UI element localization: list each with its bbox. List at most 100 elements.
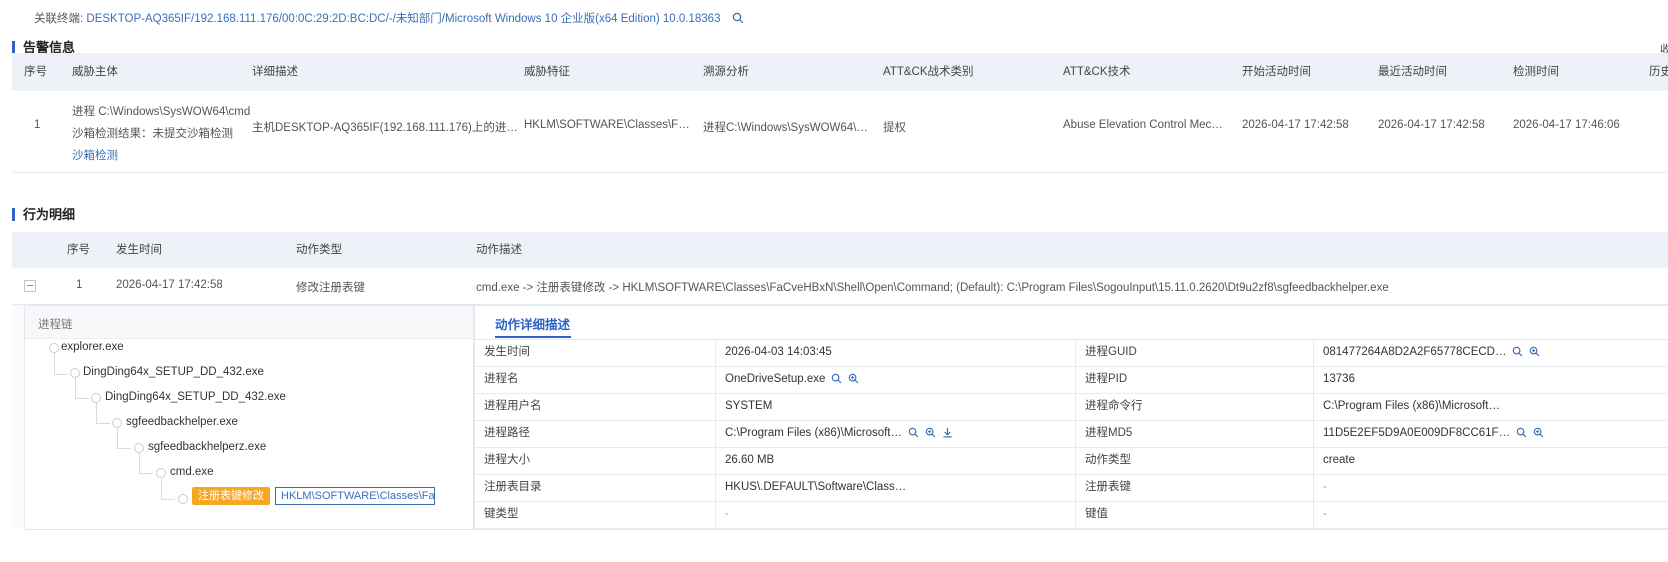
detail-value: 081477264A8D2A2F65778CECD… bbox=[1323, 346, 1507, 358]
divider bbox=[12, 172, 1668, 173]
process-chain-title: 进程链 bbox=[38, 319, 73, 331]
alert-start-time: 2026-04-17 17:42:58 bbox=[1242, 119, 1349, 131]
col-technique: ATT&CK技术 bbox=[1063, 66, 1131, 78]
collapse-toggle-icon[interactable] bbox=[24, 280, 36, 292]
behavior-table-header: 序号 发生时间 动作类型 动作描述 bbox=[12, 232, 1668, 268]
search-icon[interactable] bbox=[908, 423, 919, 448]
zoom-in-icon[interactable] bbox=[848, 369, 859, 394]
col-action-type: 动作类型 bbox=[296, 244, 342, 256]
col-start-time: 开始活动时间 bbox=[1242, 66, 1311, 78]
tree-node-dot bbox=[49, 343, 59, 353]
detail-value: - bbox=[725, 508, 729, 520]
tree-node-2[interactable]: DingDing64x_SETUP_DD_432.exe bbox=[105, 391, 286, 403]
alert-technique: Abuse Elevation Control Mec… bbox=[1063, 119, 1223, 131]
registry-key-value[interactable]: HKLM\SOFTWARE\Classes\FaC… bbox=[275, 487, 435, 505]
detail-key-6-k2: 键值 bbox=[1075, 502, 1313, 529]
tree-node-dot bbox=[70, 368, 80, 378]
tree-node-0[interactable]: explorer.exe bbox=[61, 341, 124, 353]
detail-value-5-v1: HKUS\.DEFAULT\Software\Class… bbox=[715, 475, 1075, 502]
process-chain-panel: 进程链 explorer.exe DingDing64x_SETUP_DD_43… bbox=[24, 305, 474, 530]
tree-node-dot bbox=[178, 494, 188, 504]
detail-label: 进程路径 bbox=[484, 427, 530, 439]
col-trace: 溯源分析 bbox=[703, 66, 749, 78]
related-terminal-label: 关联终端: bbox=[34, 13, 84, 25]
detail-value: 2026-04-03 14:03:45 bbox=[725, 346, 832, 358]
detail-label: 进程GUID bbox=[1085, 346, 1137, 358]
detail-value-6-v1: - bbox=[715, 502, 1075, 529]
related-terminal-value[interactable]: DESKTOP-AQ365IF/192.168.111.176/00:0C:29… bbox=[86, 13, 720, 25]
detail-value-0-v1: 2026-04-03 14:03:45 bbox=[715, 340, 1075, 367]
tree-node-dot bbox=[156, 468, 166, 478]
detail-label: 发生时间 bbox=[484, 346, 530, 358]
alert-row-index: 1 bbox=[34, 119, 41, 131]
detail-value: create bbox=[1323, 454, 1355, 466]
alert-table-header: 序号 威胁主体 详细描述 威胁特征 溯源分析 ATT&CK战术类别 ATT&CK… bbox=[12, 53, 1668, 91]
detail-value-2-v2: C:\Program Files (x86)\Microsoft… bbox=[1313, 394, 1668, 421]
detail-key-6-k1: 键类型 bbox=[475, 502, 715, 529]
detail-value: OneDriveSetup.exe bbox=[725, 373, 826, 385]
alert-tactic: 提权 bbox=[883, 122, 906, 134]
detail-key-5-k2: 注册表键 bbox=[1075, 475, 1313, 502]
alert-trace: 进程C:\Windows\SysWOW64\… bbox=[703, 122, 868, 134]
behavior-section-title: 行为明细 bbox=[12, 208, 75, 221]
detail-value: SYSTEM bbox=[725, 400, 773, 412]
tree-node-dot bbox=[112, 418, 122, 428]
download-icon[interactable] bbox=[942, 423, 953, 448]
detail-label: 进程MD5 bbox=[1085, 427, 1133, 439]
col-feature: 威胁特征 bbox=[524, 66, 570, 78]
behavior-row[interactable]: 1 2026-04-17 17:42:58 修改注册表键 cmd.exe -> … bbox=[12, 268, 1668, 304]
detail-value: - bbox=[1323, 508, 1327, 520]
search-icon[interactable] bbox=[1516, 423, 1527, 448]
tree-node-5[interactable]: cmd.exe bbox=[170, 466, 213, 478]
detail-label: 进程名 bbox=[484, 373, 519, 385]
detail-key-5-k1: 注册表目录 bbox=[475, 475, 715, 502]
tree-node-1[interactable]: DingDing64x_SETUP_DD_432.exe bbox=[83, 366, 264, 378]
tree-node-3[interactable]: sgfeedbackhelper.exe bbox=[126, 416, 238, 428]
detail-label: 注册表键 bbox=[1085, 481, 1131, 493]
alert-description: 主机DESKTOP-AQ365IF(192.168.111.176)上的进… bbox=[252, 122, 518, 134]
detail-key-3-k2: 进程MD5 bbox=[1075, 421, 1313, 448]
col-action-desc: 动作描述 bbox=[476, 244, 522, 256]
tab-action-detail[interactable]: 动作详细描述 bbox=[495, 314, 570, 333]
action-detail-panel: 动作详细描述 发生时间 2026-04-03 14:03:45 进程GUID 0814… bbox=[474, 305, 1668, 530]
related-terminal: 关联终端: DESKTOP-AQ365IF/192.168.111.176/00… bbox=[34, 10, 744, 26]
sandbox-detect-link[interactable]: 沙箱检测 bbox=[72, 147, 118, 163]
alert-last-time: 2026-04-17 17:42:58 bbox=[1378, 119, 1485, 131]
detail-label: 键值 bbox=[1085, 508, 1108, 520]
col-subject: 威胁主体 bbox=[72, 66, 118, 78]
alert-detect-time: 2026-04-17 17:46:06 bbox=[1513, 119, 1620, 131]
tree-node-dot bbox=[91, 393, 101, 403]
detail-value-4-v2: create bbox=[1313, 448, 1668, 475]
detail-value: C:\Program Files (x86)\Microsoft… bbox=[725, 427, 903, 439]
detail-value-4-v1: 26.60 MB bbox=[715, 448, 1075, 475]
search-icon[interactable] bbox=[732, 12, 744, 24]
detail-value-0-v2: 081477264A8D2A2F65778CECD… bbox=[1313, 340, 1668, 367]
registry-modify-tag[interactable]: 注册表键修改 bbox=[192, 487, 270, 505]
detail-label: 进程PID bbox=[1085, 373, 1128, 385]
detail-value: HKUS\.DEFAULT\Software\Class… bbox=[725, 481, 907, 493]
detail-key-4-k1: 进程大小 bbox=[475, 448, 715, 475]
search-icon[interactable] bbox=[831, 369, 842, 394]
detail-key-0-k1: 发生时间 bbox=[475, 340, 715, 367]
detail-value-2-v1: SYSTEM bbox=[715, 394, 1075, 421]
zoom-in-icon[interactable] bbox=[925, 423, 936, 448]
col-index: 序号 bbox=[24, 66, 47, 78]
col-history: 历史 bbox=[1649, 66, 1668, 78]
detail-value-1-v2: 13736 bbox=[1313, 367, 1668, 394]
detail-label: 动作类型 bbox=[1085, 454, 1131, 466]
behavior-row-index: 1 bbox=[76, 279, 83, 291]
detail-value-5-v2: - bbox=[1313, 475, 1668, 502]
process-chain-header: 进程链 bbox=[25, 306, 473, 339]
tree-node-4[interactable]: sgfeedbackhelperz.exe bbox=[148, 441, 266, 453]
detail-value: 11D5E2EF5D9A0E009DF8CC61F… bbox=[1323, 427, 1511, 439]
zoom-in-icon[interactable] bbox=[1533, 423, 1544, 448]
zoom-in-icon[interactable] bbox=[1529, 342, 1540, 367]
col-description: 详细描述 bbox=[252, 66, 298, 78]
search-icon[interactable] bbox=[1512, 342, 1523, 367]
alert-row[interactable]: 1 进程 C:\Windows\SysWOW64\cmd 沙箱检测结果：未提交沙… bbox=[12, 91, 1668, 169]
detail-key-4-k2: 动作类型 bbox=[1075, 448, 1313, 475]
subject-process: 进程 C:\Windows\SysWOW64\cmd bbox=[72, 106, 251, 118]
col-tactic: ATT&CK战术类别 bbox=[883, 66, 974, 78]
detail-grid: 发生时间 2026-04-03 14:03:45 进程GUID 081477264A8… bbox=[475, 340, 1668, 529]
detail-value: 13736 bbox=[1323, 373, 1355, 385]
